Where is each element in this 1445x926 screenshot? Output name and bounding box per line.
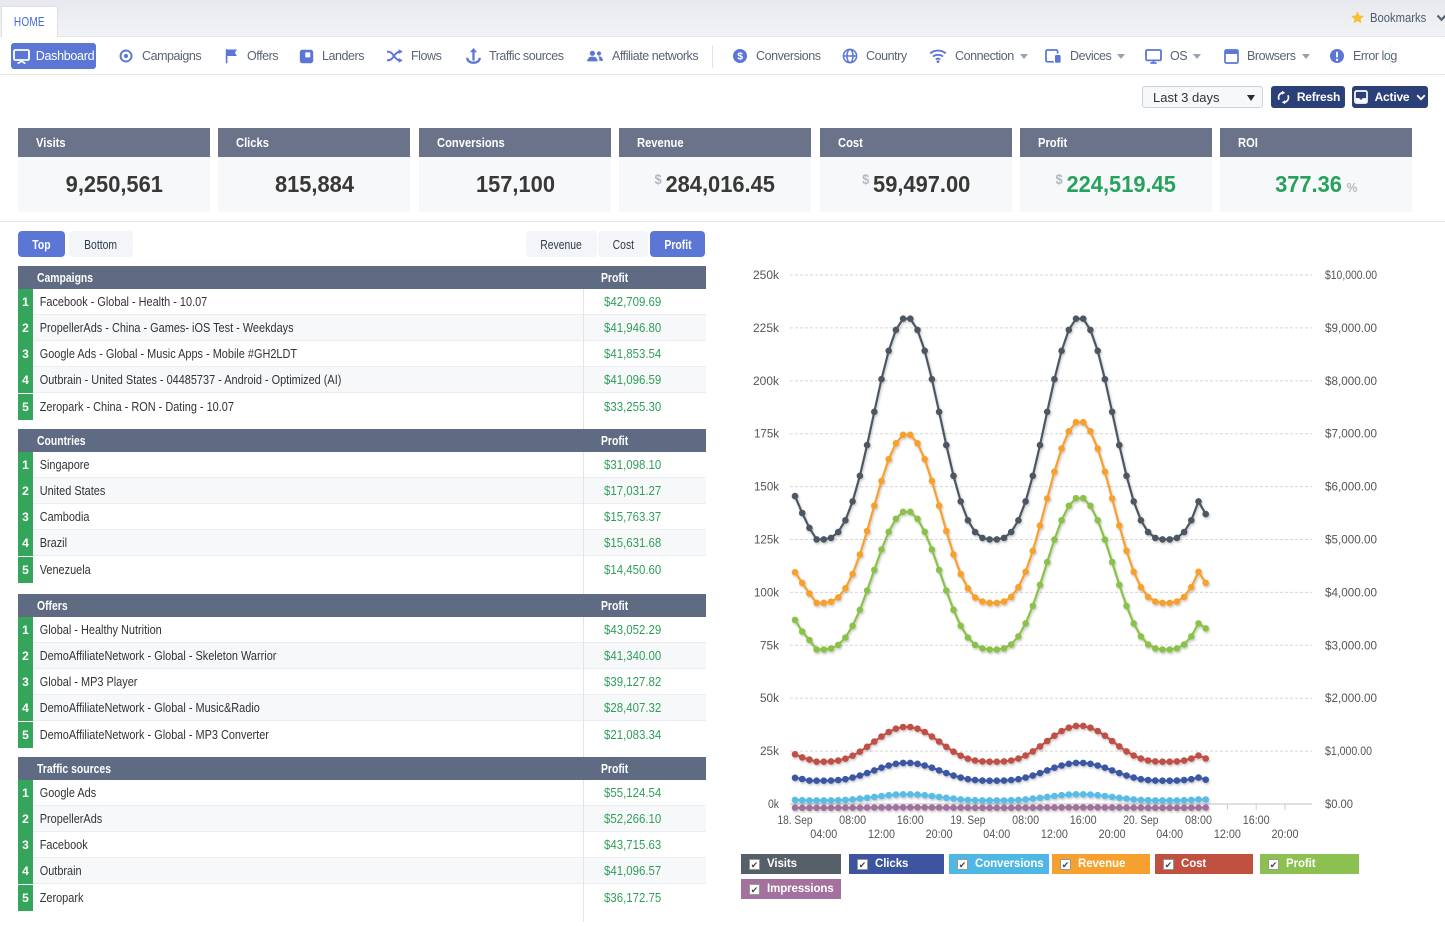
svg-text:$1,000.00: $1,000.00 <box>1325 746 1372 758</box>
svg-text:$: $ <box>737 51 743 63</box>
svg-text:50k: 50k <box>760 693 779 705</box>
svg-text:18. Sep: 18. Sep <box>778 815 813 827</box>
svg-text:04:00: 04:00 <box>1156 829 1183 841</box>
svg-text:20:00: 20:00 <box>926 829 953 841</box>
svg-text:225k: 225k <box>753 323 779 335</box>
svg-text:$0.00: $0.00 <box>1325 799 1353 811</box>
svg-text:12:00: 12:00 <box>1041 829 1068 841</box>
svg-text:16:00: 16:00 <box>897 815 924 827</box>
svg-text:75k: 75k <box>760 640 779 652</box>
svg-text:$2,000.00: $2,000.00 <box>1325 693 1377 705</box>
svg-text:200k: 200k <box>753 376 779 388</box>
svg-text:19. Sep: 19. Sep <box>950 815 985 827</box>
svg-text:125k: 125k <box>754 535 779 547</box>
svg-text:16:00: 16:00 <box>1243 815 1270 827</box>
svg-text:04:00: 04:00 <box>983 829 1010 841</box>
svg-text:$4,000.00: $4,000.00 <box>1325 587 1377 599</box>
svg-text:$10,000.00: $10,000.00 <box>1325 270 1377 282</box>
svg-text:$5,000.00: $5,000.00 <box>1325 535 1377 547</box>
svg-text:12:00: 12:00 <box>1214 829 1241 841</box>
svg-text:150k: 150k <box>754 482 779 494</box>
svg-text:12:00: 12:00 <box>868 829 895 841</box>
svg-text:08:00: 08:00 <box>839 815 866 827</box>
svg-text:250k: 250k <box>753 270 779 282</box>
svg-text:16:00: 16:00 <box>1070 815 1097 827</box>
svg-text:$7,000.00: $7,000.00 <box>1325 429 1377 441</box>
svg-text:25k: 25k <box>760 746 779 758</box>
svg-text:08:00: 08:00 <box>1185 815 1212 827</box>
svg-text:08:00: 08:00 <box>1012 815 1039 827</box>
svg-text:20:00: 20:00 <box>1099 829 1126 841</box>
svg-text:20:00: 20:00 <box>1272 829 1299 841</box>
svg-text:04:00: 04:00 <box>810 829 837 841</box>
svg-text:0k: 0k <box>768 799 779 811</box>
svg-text:$3,000.00: $3,000.00 <box>1325 640 1377 652</box>
svg-text:20. Sep: 20. Sep <box>1123 815 1158 827</box>
svg-text:175k: 175k <box>754 429 779 441</box>
svg-text:100k: 100k <box>754 587 779 599</box>
svg-text:$6,000.00: $6,000.00 <box>1325 482 1377 494</box>
svg-text:$8,000.00: $8,000.00 <box>1325 376 1377 388</box>
svg-text:$9,000.00: $9,000.00 <box>1325 323 1377 335</box>
